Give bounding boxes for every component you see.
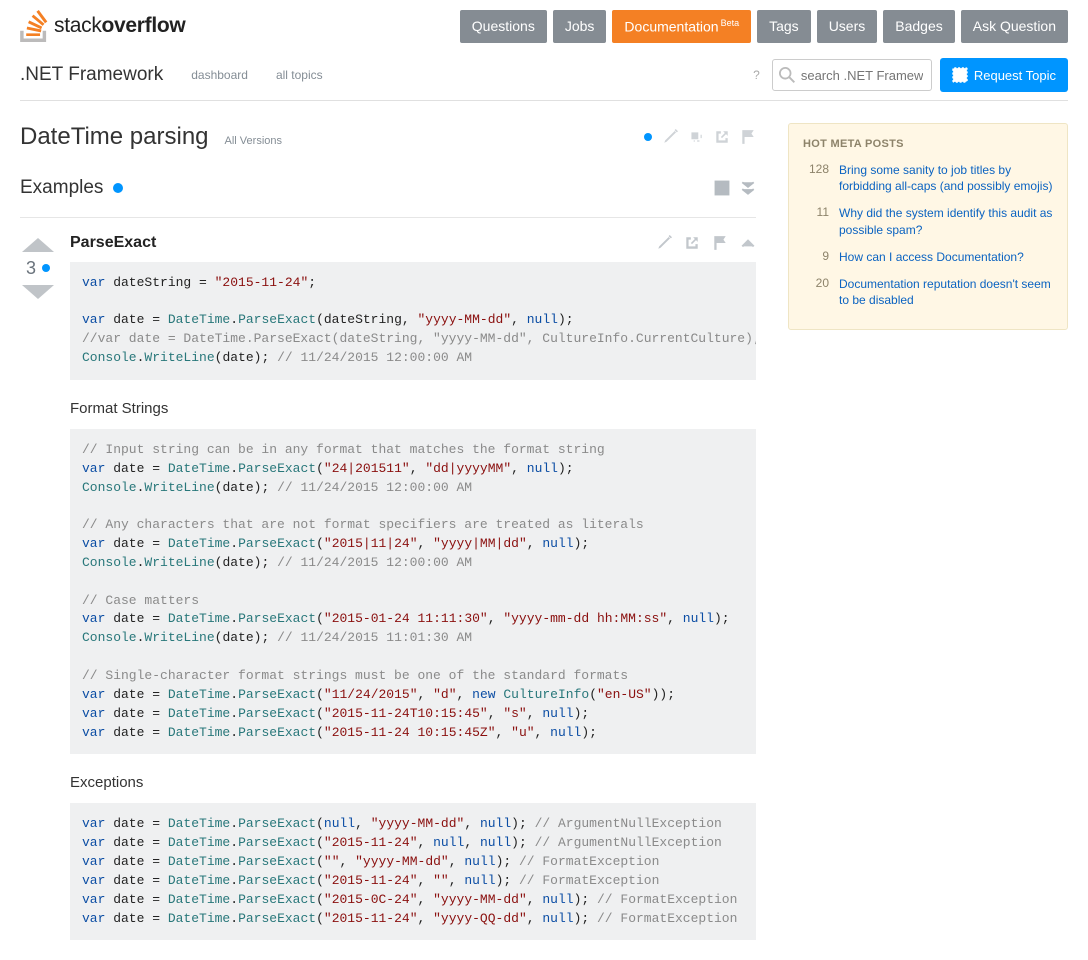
hot-meta-posts: HOT META POSTS 128Bring some sanity to j… bbox=[788, 123, 1068, 331]
vote-count: 3 bbox=[26, 258, 36, 279]
examples-heading: Examples bbox=[20, 177, 103, 199]
topic-actions bbox=[644, 129, 756, 145]
chevron-up-icon[interactable] bbox=[740, 235, 756, 251]
subheading-format-strings: Format Strings bbox=[70, 400, 756, 417]
flag-icon[interactable] bbox=[712, 235, 728, 251]
search-input[interactable] bbox=[772, 59, 932, 91]
plus-icon bbox=[952, 67, 968, 83]
help-icon[interactable]: ? bbox=[753, 68, 760, 82]
nav-badges[interactable]: Badges bbox=[883, 10, 954, 43]
downvote-button[interactable] bbox=[20, 283, 56, 303]
code-block-2: // Input string can be in any format tha… bbox=[70, 429, 756, 755]
page-title: DateTime parsing bbox=[20, 123, 209, 151]
move-icon[interactable] bbox=[688, 129, 704, 145]
flag-icon[interactable] bbox=[740, 129, 756, 145]
open-icon[interactable] bbox=[684, 235, 700, 251]
layout-icon[interactable] bbox=[714, 180, 730, 196]
meta-link[interactable]: Documentation reputation doesn't seem to… bbox=[839, 276, 1053, 310]
upvote-button[interactable] bbox=[20, 234, 56, 254]
status-dot bbox=[42, 264, 50, 272]
edit-icon[interactable] bbox=[656, 235, 672, 251]
nav-questions[interactable]: Questions bbox=[460, 10, 547, 43]
top-nav: Questions Jobs DocumentationBeta Tags Us… bbox=[460, 10, 1068, 43]
search-icon bbox=[779, 67, 795, 83]
example-title: ParseExact bbox=[70, 234, 156, 252]
nav-documentation[interactable]: DocumentationBeta bbox=[612, 10, 751, 43]
edit-icon[interactable] bbox=[662, 129, 678, 145]
meta-title: HOT META POSTS bbox=[803, 138, 1053, 150]
nav-users[interactable]: Users bbox=[817, 10, 878, 43]
status-dot bbox=[644, 133, 652, 141]
status-dot bbox=[113, 183, 123, 193]
code-block-3: var date = DateTime.ParseExact(null, "yy… bbox=[70, 803, 756, 940]
nav-tags[interactable]: Tags bbox=[757, 10, 811, 43]
nav-jobs[interactable]: Jobs bbox=[553, 10, 607, 43]
logo[interactable]: stackoverflow bbox=[20, 10, 185, 42]
section-title: .NET Framework bbox=[20, 64, 163, 86]
subheading-exceptions: Exceptions bbox=[70, 774, 756, 791]
link-dashboard[interactable]: dashboard bbox=[191, 68, 248, 82]
meta-link[interactable]: How can I access Documentation? bbox=[839, 249, 1024, 266]
collapse-icon[interactable] bbox=[740, 180, 756, 196]
nav-ask-question[interactable]: Ask Question bbox=[961, 10, 1068, 43]
open-icon[interactable] bbox=[714, 129, 730, 145]
code-block-1: var dateString = "2015-11-24"; var date … bbox=[70, 262, 756, 380]
meta-link[interactable]: Why did the system identify this audit a… bbox=[839, 205, 1053, 239]
link-all-topics[interactable]: all topics bbox=[276, 68, 323, 82]
meta-link[interactable]: Bring some sanity to job titles by forbi… bbox=[839, 162, 1053, 196]
versions-label[interactable]: All Versions bbox=[225, 135, 282, 147]
request-topic-button[interactable]: Request Topic bbox=[940, 58, 1068, 92]
